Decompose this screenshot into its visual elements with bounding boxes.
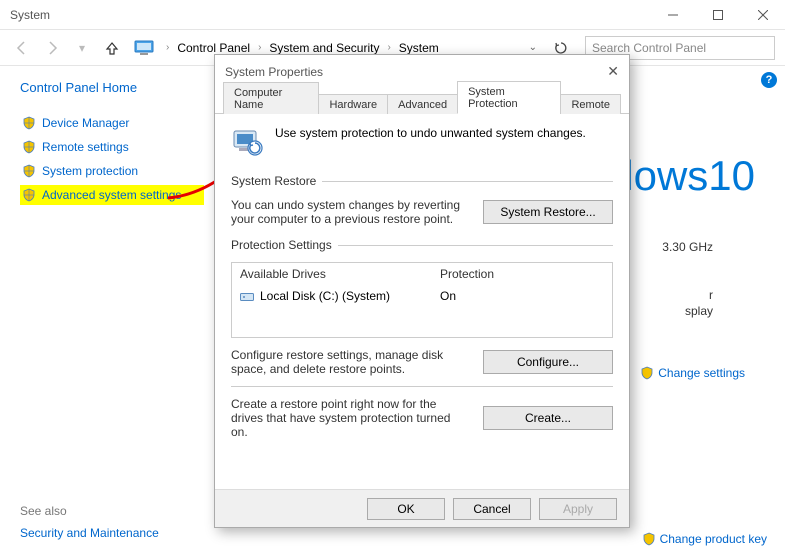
minimize-button[interactable] [650,0,695,30]
address-dropdown[interactable]: ⌄ [529,42,537,53]
sidebar-item-device-manager[interactable]: Device Manager [20,113,204,133]
window-title: System [10,8,50,22]
change-product-key-link[interactable]: Change product key [642,532,767,546]
dialog-close-button[interactable]: ✕ [607,63,619,80]
divider [231,386,613,387]
drive-name: Local Disk (C:) (System) [260,289,390,303]
system-protection-icon [231,126,263,158]
column-protection: Protection [440,267,494,281]
forward-button[interactable] [40,36,64,60]
sidebar-item-label: System protection [42,164,138,178]
sidebar-item-label: Device Manager [42,116,129,130]
shield-icon [22,116,36,130]
see-also-heading: See also [20,504,67,518]
configure-desc: Configure restore settings, manage disk … [231,348,467,376]
create-button[interactable]: Create... [483,406,613,430]
shield-icon [22,164,36,178]
maximize-button[interactable] [695,0,740,30]
protection-settings-legend: Protection Settings [231,238,332,252]
tab-hardware[interactable]: Hardware [318,94,388,114]
spec-cpu: 3.30 GHz [662,240,713,254]
link-text: Change product key [660,532,767,546]
sidebar-item-label: Remote settings [42,140,129,154]
shield-icon [22,140,36,154]
spec-text: splay [685,304,713,318]
sidebar-item-remote-settings[interactable]: Remote settings [20,137,204,157]
spec-text: r [709,288,713,302]
system-properties-dialog: System Properties ✕ Computer Name Hardwa… [214,54,630,528]
shield-icon [642,532,656,546]
back-button[interactable] [10,36,34,60]
system-restore-desc: You can undo system changes by reverting… [231,198,467,226]
close-button[interactable] [740,0,785,30]
chevron-right-icon: › [256,42,263,53]
help-icon[interactable]: ? [761,72,777,88]
chevron-right-icon: › [164,42,171,53]
tab-system-protection[interactable]: System Protection [457,81,561,114]
tab-computer-name[interactable]: Computer Name [223,82,319,114]
cancel-button[interactable]: Cancel [453,498,531,520]
drive-row[interactable]: Local Disk (C:) (System) On [232,285,612,337]
change-settings-link[interactable]: Change settings [640,366,745,380]
disk-icon [240,291,254,302]
sidebar-item-label: Advanced system settings [42,188,181,202]
shield-icon [640,366,654,380]
dialog-title: System Properties [225,65,323,79]
security-maintenance-link[interactable]: Security and Maintenance [20,526,159,540]
drive-status: On [440,289,456,303]
drives-table: Available Drives Protection Local Disk (… [231,262,613,338]
up-button[interactable] [100,36,124,60]
intro-text: Use system protection to undo unwanted s… [275,126,586,140]
ok-button[interactable]: OK [367,498,445,520]
sidebar-item-system-protection[interactable]: System protection [20,161,204,181]
control-panel-home-link[interactable]: Control Panel Home [20,80,204,95]
configure-button[interactable]: Configure... [483,350,613,374]
system-restore-button[interactable]: System Restore... [483,200,613,224]
system-restore-legend: System Restore [231,174,316,188]
computer-icon [134,40,154,56]
column-available-drives: Available Drives [240,267,440,281]
windows-10-brand: dows10 [610,152,755,200]
chevron-right-icon: › [385,42,392,53]
sidebar-item-advanced-system-settings[interactable]: Advanced system settings [20,185,204,205]
search-placeholder: Search Control Panel [592,41,706,55]
shield-icon [22,188,36,202]
tab-remote[interactable]: Remote [560,94,621,114]
apply-button[interactable]: Apply [539,498,617,520]
create-desc: Create a restore point right now for the… [231,397,467,439]
link-text: Change settings [658,366,745,380]
recent-dropdown[interactable]: ▾ [70,36,94,60]
tab-advanced[interactable]: Advanced [387,94,458,114]
